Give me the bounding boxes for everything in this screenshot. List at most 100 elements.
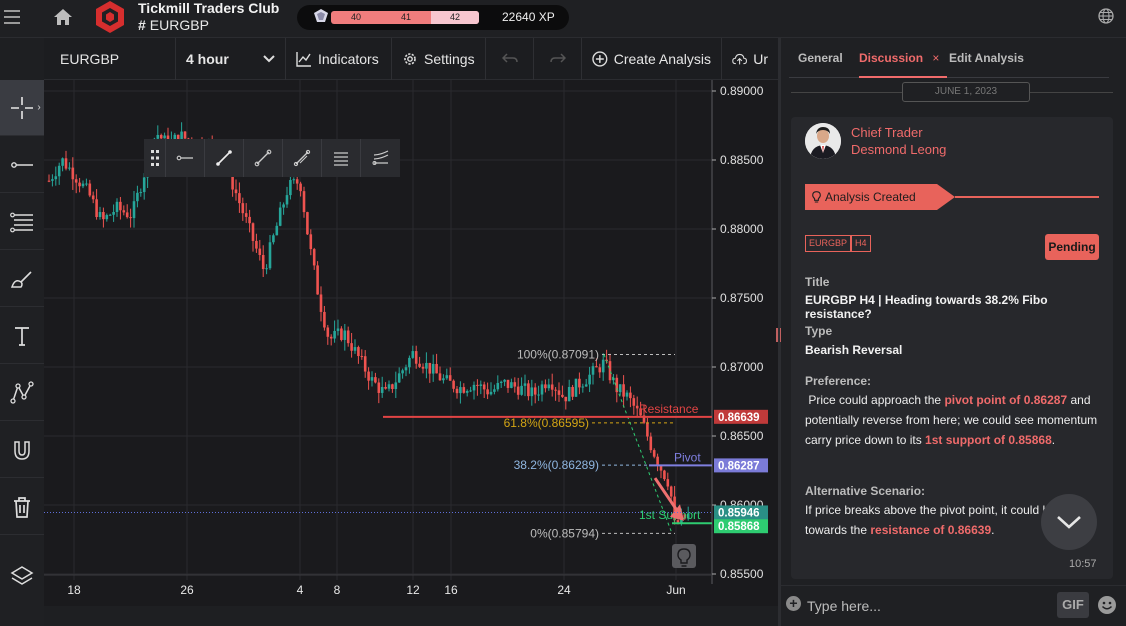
parallel-channel-icon[interactable] [322,139,361,177]
candle-body [353,347,357,351]
avatar[interactable] [805,123,841,159]
author-info[interactable]: Chief Trader Desmond Leong [851,124,946,158]
candle-body [513,382,517,387]
candle-body [251,223,255,241]
candle-body [666,479,670,487]
analysis-type: Bearish Reversal [805,343,903,357]
status-badge: Pending [1045,234,1099,260]
candle-body [459,387,462,394]
annotation-label: Resistance [639,402,699,416]
settings-button[interactable]: Settings [392,38,486,80]
expand-toolbar-chevron-icon[interactable]: › [34,86,44,128]
candle-body [476,384,479,386]
ray-line-icon[interactable] [244,139,283,177]
candle-body [258,248,262,256]
candle-body [663,470,666,480]
candle-body [581,386,585,388]
candle-body [78,182,81,187]
candle-body [506,379,510,388]
gif-button[interactable]: GIF [1057,592,1089,618]
candle-body [238,193,241,204]
tab-edit-analysis[interactable]: Edit Analysis [949,51,1024,65]
candle-body [527,383,530,397]
home-icon[interactable] [52,7,74,27]
language-globe-icon[interactable] [1098,8,1114,24]
x-tick-label: 12 [406,583,420,597]
trend-line-tool[interactable] [0,137,44,193]
fib-tool[interactable] [0,194,44,250]
candle-body [272,235,275,243]
create-analysis-label: Create Analysis [613,51,711,67]
horizontal-line-icon[interactable] [166,139,205,177]
text-tool[interactable] [0,308,44,364]
candle-body [669,486,673,497]
x-tick-label: 8 [334,583,341,597]
active-tab-indicator [859,76,947,78]
room-name: EURGBP [149,17,209,33]
candle-body [122,210,126,213]
candle-body [632,398,636,406]
candle-body [425,362,428,369]
x-tick-label: 4 [297,583,304,597]
symbol-selector[interactable]: EURGBP [44,38,176,80]
candle-body [119,201,122,211]
y-tick-label: 0.86500 [720,429,764,443]
room-title[interactable]: # EURGBP [138,17,209,33]
tab-general[interactable]: General [798,51,843,65]
candle-body [88,183,92,196]
candle-body [431,363,435,374]
delete-drawings-button[interactable] [0,479,44,535]
menu-icon[interactable] [4,10,20,24]
candle-body [414,351,418,364]
candle-body [394,382,398,390]
plus-circle-icon [592,51,608,67]
type-label: Type [805,324,833,338]
top-bar: Tickmill Traders Club # EURGBP 40 41 42 2… [0,0,1126,38]
candle-body [557,390,561,395]
upload-label: Ur [753,51,768,67]
trash-icon [14,496,30,518]
tab-discussion[interactable]: Discussion × [859,51,939,65]
close-tab-icon[interactable]: × [932,51,939,65]
add-attachment-icon[interactable]: + [786,596,801,611]
candle-body [499,381,503,383]
candle-body [367,371,370,381]
brush-tool[interactable] [0,251,44,307]
y-tick-label: 0.89000 [720,84,764,98]
hint-button [672,544,696,568]
timeframe-tag: H4 [851,235,871,252]
preference-label: Preference: [805,374,872,388]
drag-handle-icon[interactable] [144,139,166,177]
upload-button[interactable]: Ur [722,38,778,80]
regression-trend-icon[interactable] [361,139,400,177]
pattern-tool[interactable] [0,365,44,421]
candle-body [618,384,622,393]
candle-body [472,384,476,391]
candle-body [312,249,316,266]
candle-body [452,380,455,389]
undo-button[interactable] [486,38,534,80]
magnet-tool[interactable] [0,422,44,478]
club-name: Tickmill Traders Club [138,0,280,16]
trend-line-icon[interactable] [205,139,244,177]
emoji-icon[interactable] [1097,595,1117,615]
candle-body [333,330,336,339]
redo-button[interactable] [534,38,582,80]
create-analysis-button[interactable]: Create Analysis [582,38,722,80]
message-input[interactable] [807,596,1047,616]
analysis-title: EURGBP H4 | Heading towards 38.2% Fibo r… [805,293,1048,321]
scroll-down-button[interactable] [1041,494,1097,550]
candle-body [448,375,452,381]
xp-progress: 40 41 42 22640 XP [297,5,569,30]
interval-selector[interactable]: 4 hour [176,38,286,80]
info-line-icon[interactable] [283,139,322,177]
candle-body [595,366,598,368]
candle-body [516,386,520,395]
indicators-button[interactable]: Indicators [286,38,392,80]
candle-body [408,357,411,368]
candle-body [540,384,544,395]
candle-body [584,384,588,387]
fib-level-label: 0%(0.85794) [530,526,599,540]
candle-body [401,370,404,374]
layers-button[interactable] [0,548,44,604]
